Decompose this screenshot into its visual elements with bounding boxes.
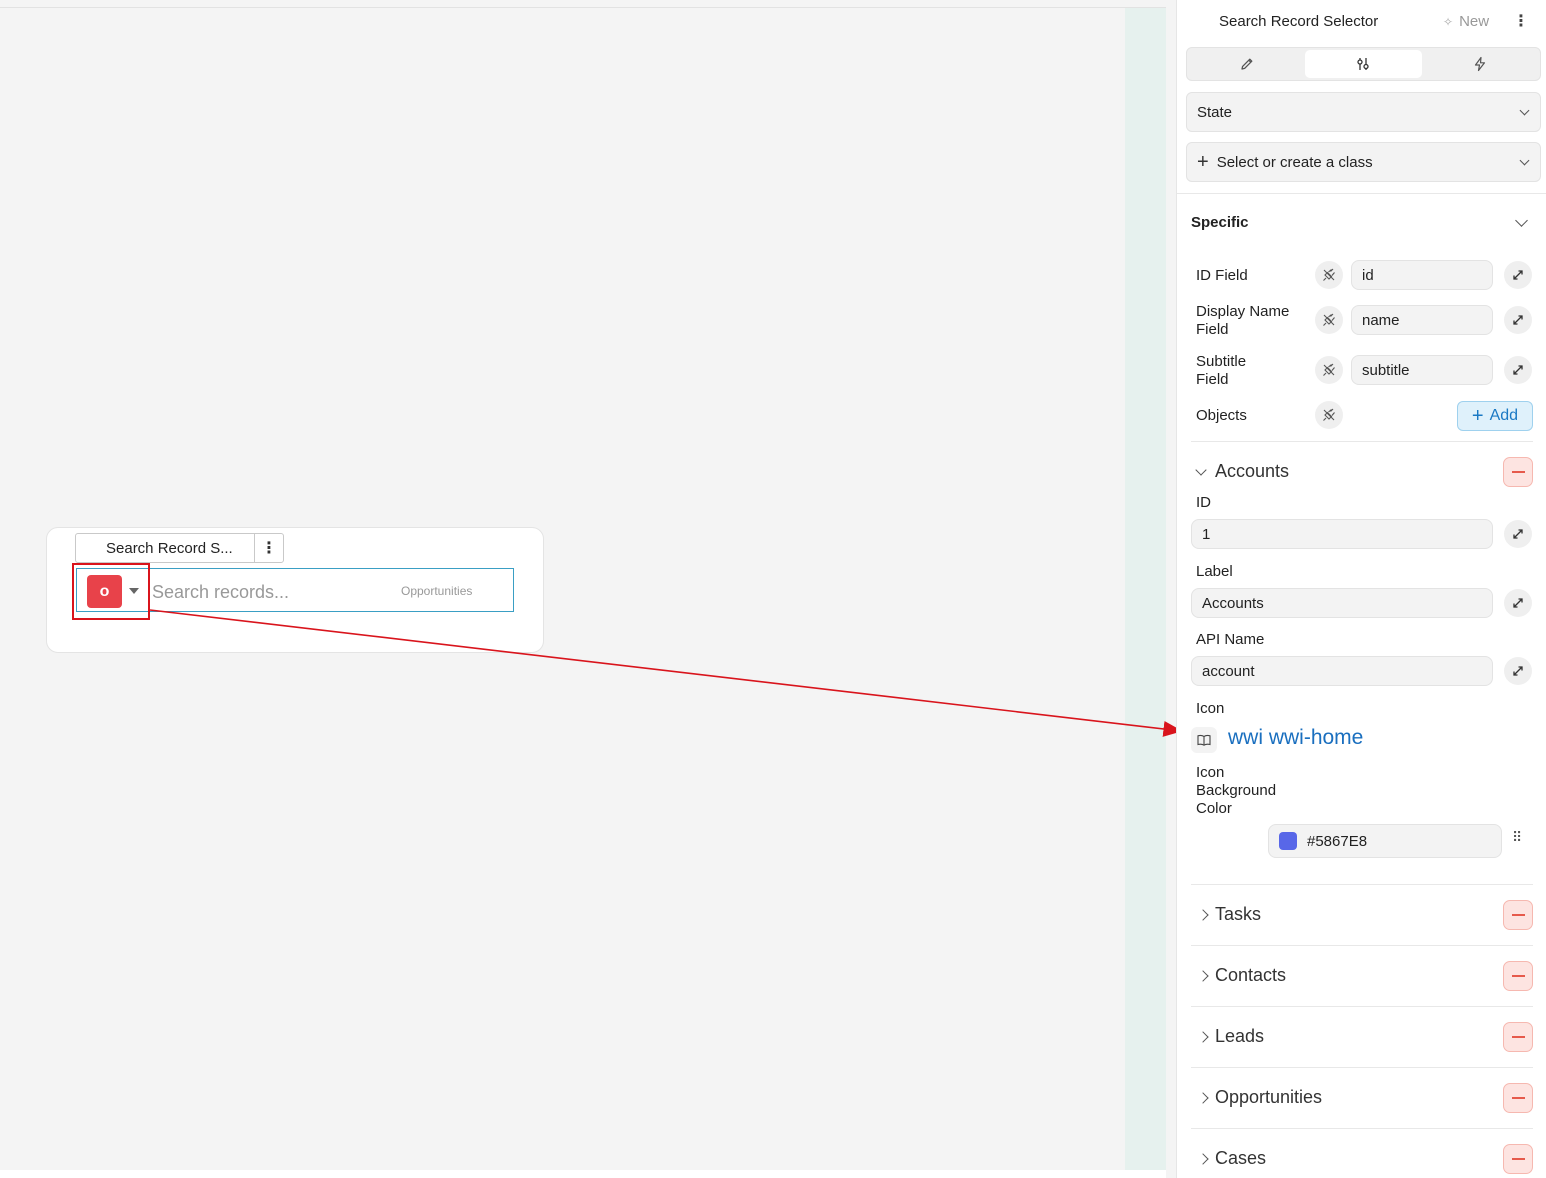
unlink-icon[interactable] (1315, 401, 1343, 429)
chevron-down-icon (1519, 105, 1530, 115)
caret-down-icon[interactable] (129, 588, 139, 594)
widget-tab-label: Search Record S... (106, 539, 233, 557)
remove-cases-button[interactable] (1503, 1144, 1533, 1174)
new-button[interactable]: ✧ New (1443, 13, 1489, 30)
accounts-id-input[interactable] (1191, 519, 1493, 549)
class-select-label: Select or create a class (1216, 153, 1373, 171)
accounts-api-name-input[interactable] (1191, 656, 1493, 686)
tab-settings[interactable] (1305, 50, 1422, 78)
accounts-api-name-label: API Name (1196, 631, 1265, 648)
canvas-top-border (0, 7, 1166, 8)
properties-panel: Search Record Selector ✧ New ⋮ State + S… (1176, 0, 1546, 1178)
state-select[interactable]: State (1186, 92, 1541, 132)
widget-selection-tab[interactable]: Search Record S... ⋮ (75, 533, 284, 563)
canvas-drop-zone-strip (1125, 8, 1166, 1170)
remove-opportunities-button[interactable] (1503, 1083, 1533, 1113)
add-object-button[interactable]: + Add (1457, 401, 1533, 431)
remove-tasks-button[interactable] (1503, 900, 1533, 930)
object-leads-header[interactable]: Leads (1215, 1026, 1264, 1047)
display-name-field-input[interactable] (1351, 305, 1493, 335)
minus-icon (1511, 471, 1525, 473)
unlink-icon[interactable] (1315, 261, 1343, 289)
object-divider (1191, 1067, 1533, 1068)
class-select[interactable]: + Select or create a class (1186, 142, 1541, 182)
minus-icon (1511, 975, 1525, 977)
state-select-label: State (1197, 103, 1233, 121)
chevron-right-icon[interactable] (1197, 909, 1209, 921)
expand-icon[interactable] (1504, 306, 1532, 334)
chevron-down-icon (1519, 155, 1530, 165)
selected-object-label: Opportunities (401, 584, 473, 598)
builder-canvas[interactable]: Search Record S... ⋮ o Opportunities (0, 0, 1166, 1178)
object-divider (1191, 884, 1533, 885)
accounts-icon-bg-color-input[interactable]: #5867E8 (1268, 824, 1502, 858)
color-swatch[interactable] (1279, 832, 1297, 850)
new-button-label: New (1459, 13, 1490, 30)
subtitle-field-label: Subtitle Field (1196, 353, 1247, 388)
object-icon-badge[interactable]: o (87, 575, 122, 608)
id-field-label: ID Field (1196, 267, 1248, 284)
accounts-icon-value-link[interactable]: wwi wwi-home (1228, 726, 1363, 750)
vertical-dots-icon[interactable]: ⋮ (255, 538, 283, 558)
panel-tabs (1186, 47, 1541, 81)
accounts-icon-bg-label: Icon Background Color (1196, 764, 1277, 817)
panel-header: Search Record Selector ✧ New ⋮ (1177, 0, 1546, 44)
id-field-input[interactable] (1351, 260, 1493, 290)
sparkle-icon: ✧ (1443, 14, 1454, 29)
remove-accounts-button[interactable] (1503, 457, 1533, 487)
objects-divider (1191, 441, 1533, 442)
chevron-right-icon[interactable] (1197, 1092, 1209, 1104)
more-options-icon[interactable]: ⋮ (1513, 11, 1529, 31)
plus-icon: + (1471, 405, 1484, 427)
expand-icon[interactable] (1504, 356, 1532, 384)
chevron-right-icon[interactable] (1197, 1153, 1209, 1165)
accounts-id-label: ID (1196, 494, 1211, 511)
object-tasks-header[interactable]: Tasks (1215, 904, 1261, 925)
object-cases-header[interactable]: Cases (1215, 1148, 1266, 1169)
unlink-icon[interactable] (1315, 356, 1343, 384)
expand-icon[interactable] (1504, 261, 1532, 289)
section-title-specific: Specific (1191, 214, 1249, 231)
display-name-field-label: Display Name Field (1196, 303, 1290, 338)
canvas-bottom-bar (0, 1170, 1166, 1178)
minus-icon (1511, 1158, 1525, 1160)
accounts-icon-label: Icon (1196, 700, 1225, 717)
chevron-right-icon[interactable] (1197, 1031, 1209, 1043)
expand-icon[interactable] (1504, 589, 1532, 617)
object-divider (1191, 945, 1533, 946)
plus-icon: + (1197, 151, 1209, 173)
remove-contacts-button[interactable] (1503, 961, 1533, 991)
accounts-label-label: Label (1196, 563, 1233, 580)
chevron-down-icon[interactable] (1515, 214, 1528, 227)
add-button-label: Add (1489, 407, 1519, 424)
color-hex-value: #5867E8 (1307, 832, 1368, 850)
drag-handle-icon[interactable]: ⠿ (1512, 830, 1524, 844)
object-divider (1191, 1006, 1533, 1007)
tab-actions[interactable] (1422, 50, 1538, 78)
minus-icon (1511, 914, 1525, 916)
book-icon[interactable] (1191, 727, 1217, 753)
remove-leads-button[interactable] (1503, 1022, 1533, 1052)
object-divider (1191, 1128, 1533, 1129)
sliders-icon (1357, 58, 1370, 70)
lightning-icon (1474, 56, 1485, 72)
minus-icon (1511, 1036, 1525, 1038)
expand-icon[interactable] (1504, 657, 1532, 685)
expand-icon[interactable] (1504, 520, 1532, 548)
tab-edit[interactable] (1189, 50, 1305, 78)
objects-label: Objects (1196, 407, 1247, 424)
subtitle-field-input[interactable] (1351, 355, 1493, 385)
unlink-icon[interactable] (1315, 306, 1343, 334)
minus-icon (1511, 1097, 1525, 1099)
search-input[interactable] (152, 578, 392, 606)
chevron-right-icon[interactable] (1197, 970, 1209, 982)
chevron-down-icon[interactable] (1195, 464, 1207, 476)
object-accounts-header[interactable]: Accounts (1215, 461, 1289, 482)
pencil-icon (1241, 58, 1253, 70)
accounts-label-input[interactable] (1191, 588, 1493, 618)
object-contacts-header[interactable]: Contacts (1215, 965, 1286, 986)
panel-title: Search Record Selector (1219, 13, 1379, 30)
object-opportunities-header[interactable]: Opportunities (1215, 1087, 1322, 1108)
section-divider (1177, 193, 1546, 194)
